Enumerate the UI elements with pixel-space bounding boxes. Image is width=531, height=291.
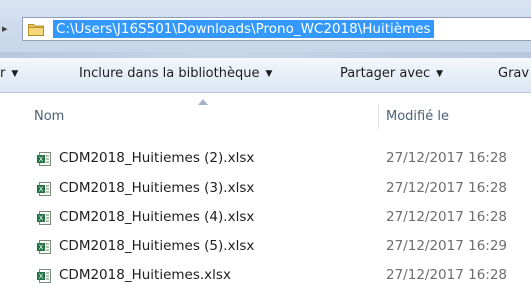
file-name[interactable]: CDM2018_Huitiemes (3).xlsx (59, 180, 254, 196)
column-header-modified[interactable]: Modifié le (386, 102, 449, 132)
toolbar-burn-label: Grav (498, 66, 530, 81)
toolbar-share-with-button[interactable]: Partager avec ▼ (340, 66, 443, 81)
column-separator[interactable] (378, 104, 379, 130)
toolbar-include-library-button[interactable]: Inclure dans la bibliothèque ▼ (79, 66, 272, 81)
file-name[interactable]: CDM2018_Huitiemes (5).xlsx (59, 238, 254, 254)
excel-file-icon: X (37, 211, 51, 225)
svg-text:X: X (39, 215, 44, 223)
command-toolbar: r ▼ Inclure dans la bibliothèque ▼ Partage… (0, 58, 531, 93)
svg-text:X: X (39, 186, 44, 194)
chevron-down-icon: ▼ (11, 69, 19, 79)
sort-ascending-icon (198, 99, 208, 105)
toolbar-organize-label: r (0, 66, 6, 81)
chevron-down-icon: ▼ (265, 69, 273, 79)
svg-text:X: X (39, 156, 44, 164)
breadcrumb-arrow-icon[interactable]: ▸ (2, 23, 10, 35)
file-modified-date: 27/12/2017 16:28 (386, 150, 508, 166)
toolbar-organize-button[interactable]: r ▼ (0, 66, 18, 81)
svg-text:X: X (39, 273, 44, 281)
file-modified-date: 27/12/2017 16:28 (386, 180, 508, 196)
excel-file-icon: X (37, 240, 51, 254)
excel-file-icon: X (37, 269, 51, 283)
file-row[interactable]: X CDM2018_Huitiemes.xlsx 27/12/2017 16:2… (0, 264, 531, 290)
excel-file-icon: X (37, 152, 51, 166)
toolbar-burn-button[interactable]: Grav (498, 66, 529, 81)
toolbar-include-library-label: Inclure dans la bibliothèque (79, 66, 260, 81)
file-row[interactable]: X CDM2018_Huitiemes (3).xlsx 27/12/2017 … (0, 177, 531, 203)
excel-file-icon: X (37, 182, 51, 196)
file-modified-date: 27/12/2017 16:28 (386, 267, 508, 283)
file-row[interactable]: X CDM2018_Huitiemes (4).xlsx 27/12/2017 … (0, 206, 531, 232)
file-name[interactable]: CDM2018_Huitiemes (2).xlsx (59, 150, 254, 166)
folder-icon (28, 24, 44, 36)
file-row[interactable]: X CDM2018_Huitiemes (2).xlsx 27/12/2017 … (0, 147, 531, 173)
toolbar-share-with-label: Partager avec (340, 66, 431, 81)
file-name[interactable]: CDM2018_Huitiemes (4).xlsx (59, 209, 254, 225)
address-path-text[interactable]: C:\Users\J16S501\Downloads\Prono_WC2018\… (53, 20, 434, 38)
file-row[interactable]: X CDM2018_Huitiemes (5).xlsx 27/12/2017 … (0, 235, 531, 261)
file-modified-date: 27/12/2017 16:29 (386, 238, 508, 254)
chevron-down-icon: ▼ (436, 69, 444, 79)
file-modified-date: 27/12/2017 16:28 (386, 209, 508, 225)
file-name[interactable]: CDM2018_Huitiemes.xlsx (59, 267, 231, 283)
column-header-name[interactable]: Nom (34, 102, 64, 132)
svg-text:X: X (39, 244, 44, 252)
